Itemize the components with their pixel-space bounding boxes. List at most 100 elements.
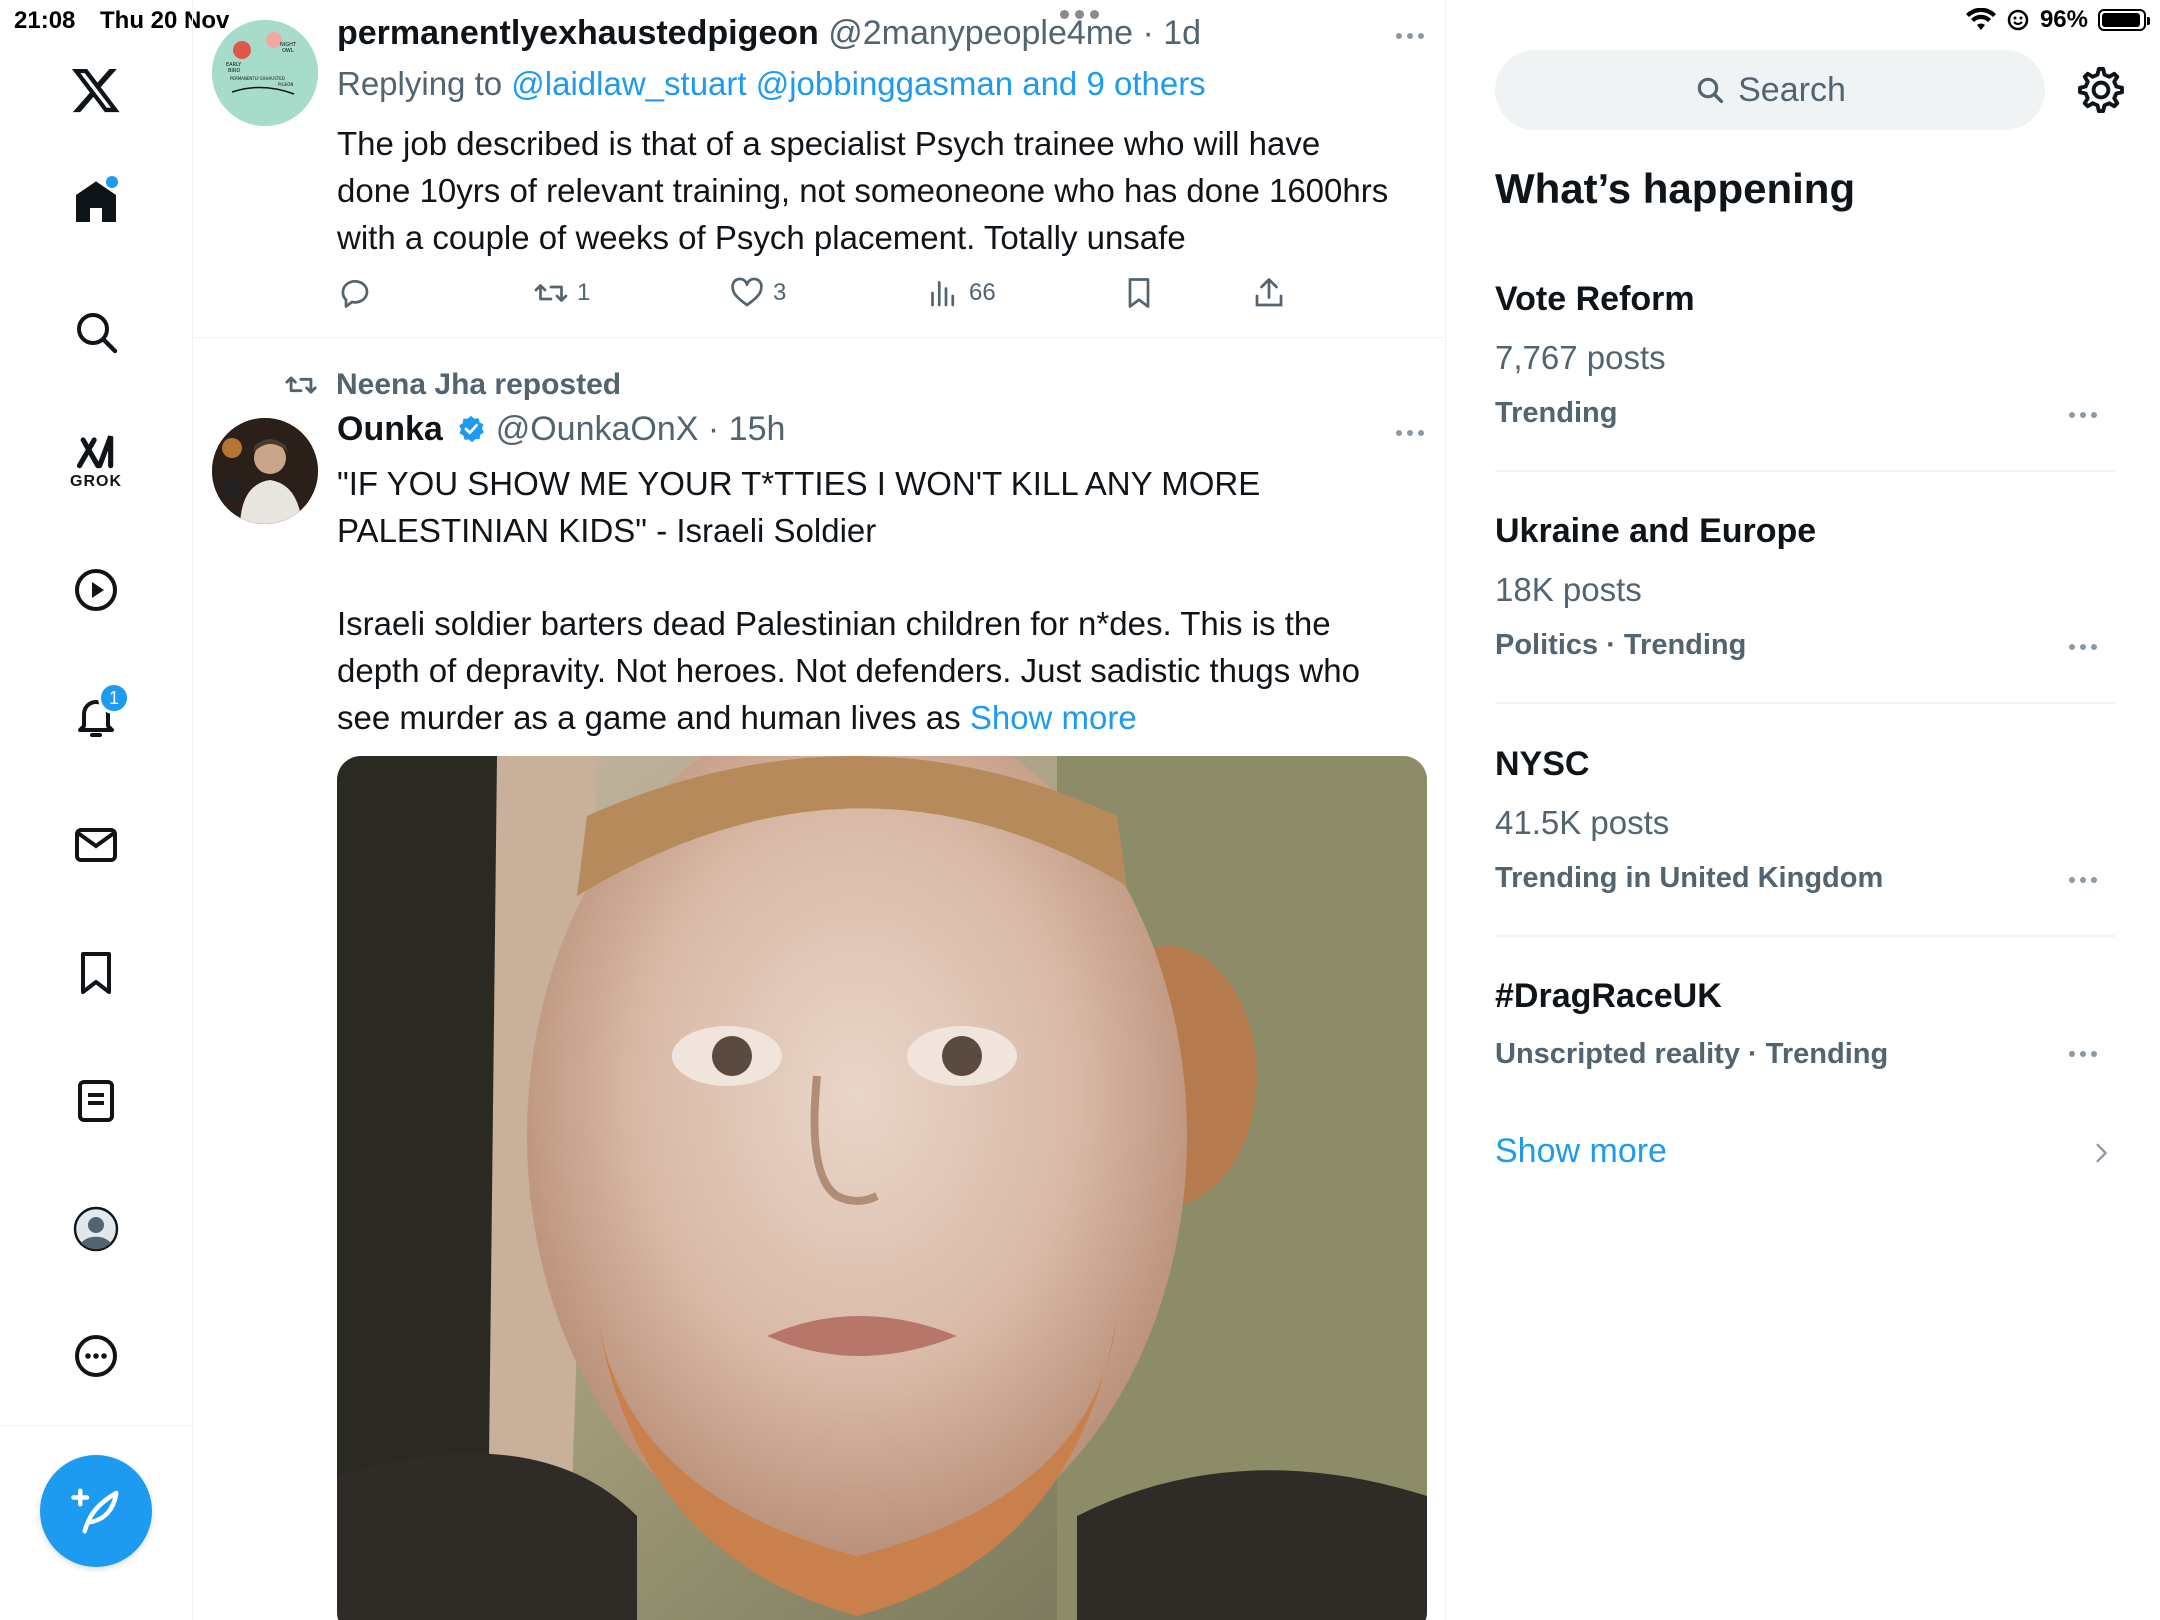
- tweet[interactable]: NIGHT OWL EARLY BIRD PERMANENTLY EXHAUST…: [194, 0, 1445, 338]
- trend-title: Ukraine and Europe: [1495, 512, 1817, 550]
- views-icon: [931, 281, 955, 307]
- home-icon[interactable]: [66, 172, 126, 232]
- video-icon[interactable]: [66, 560, 126, 620]
- avatar-text-exhausted: PERMANENTLY EXHAUSTED: [230, 76, 285, 81]
- verified-badge-icon: [459, 415, 485, 443]
- search-icon[interactable]: [66, 302, 126, 362]
- retweet-icon: [534, 284, 568, 302]
- show-more-link[interactable]: Show more: [970, 699, 1137, 736]
- trend-divider: [1495, 702, 2115, 704]
- media-image: [337, 756, 1427, 1620]
- handle[interactable]: @OunkaOnX: [496, 410, 699, 448]
- avatar-text-owl: OWL: [282, 48, 294, 54]
- left-nav: GROK 1: [0, 0, 193, 1620]
- reply-icon: [341, 280, 369, 308]
- notifications-badge: 1: [98, 682, 130, 714]
- tweet-header: permanentlyexhaustedpigeon @2manypeople4…: [337, 14, 1201, 53]
- trend-meta: Unscripted reality · Trending: [1495, 1038, 1889, 1070]
- bookmark-icon: [1128, 278, 1150, 308]
- trend-posts: 7,767 posts: [1495, 339, 1666, 376]
- search-placeholder: Search: [1738, 70, 1846, 109]
- timeline: NIGHT OWL EARLY BIRD PERMANENTLY EXHAUST…: [194, 0, 1446, 1620]
- section-title: What’s happening: [1495, 165, 1856, 212]
- trend-item[interactable]: NYSC 41.5K posts Trending in United King…: [1495, 745, 2115, 895]
- trend-divider: [1495, 470, 2115, 472]
- bell-icon[interactable]: 1: [66, 682, 130, 748]
- trend-more-icon[interactable]: [2069, 1051, 2097, 1057]
- tweet-text-line: PALESTINIAN KIDS" - Israeli Soldier: [337, 512, 877, 549]
- timestamp[interactable]: · 15h: [708, 410, 786, 448]
- tweet-more-icon[interactable]: [1396, 33, 1424, 39]
- trend-item[interactable]: #DragRaceUK Unscripted reality · Trendin…: [1495, 977, 2115, 1071]
- search-input[interactable]: Search: [1495, 50, 2045, 130]
- share-icon: [1255, 278, 1283, 307]
- nav-divider: [0, 1425, 193, 1426]
- tweet-text-tail: see murder as a game and human lives as: [337, 699, 961, 736]
- tweet-text-line: done 10yrs of relevant training, not som…: [337, 172, 1389, 209]
- tweet-text-line: see murder as a game and human lives as …: [337, 694, 1427, 741]
- trend-posts: 18K posts: [1495, 571, 1642, 608]
- tweet-text: "IF YOU SHOW ME YOUR T*TTIES I WON'T KIL…: [337, 460, 1427, 741]
- trend-meta: Politics · Trending: [1495, 629, 1747, 661]
- avatar[interactable]: NIGHT OWL EARLY BIRD PERMANENTLY EXHAUST…: [212, 20, 318, 126]
- gear-icon[interactable]: [2075, 64, 2127, 116]
- heart-icon: [731, 277, 763, 307]
- avatar-text-bird: BIRD: [228, 68, 240, 74]
- repost-context: Neena Jha reposted: [284, 368, 621, 402]
- views-count: 66: [969, 279, 996, 306]
- trend-title: NYSC: [1495, 745, 1590, 783]
- grok-icon[interactable]: GROK: [66, 420, 126, 500]
- trend-more-icon[interactable]: [2069, 412, 2097, 418]
- display-name[interactable]: Ounka: [337, 410, 443, 448]
- lists-icon[interactable]: [66, 1071, 126, 1131]
- display-name[interactable]: permanentlyexhaustedpigeon: [337, 14, 819, 52]
- home-unread-dot: [106, 176, 118, 188]
- avatar-text-pigeon: PIGEON: [278, 82, 293, 87]
- trend-item[interactable]: Ukraine and Europe 18K posts Politics · …: [1495, 512, 2115, 662]
- trend-item[interactable]: Vote Reform 7,767 posts Trending: [1495, 280, 2115, 430]
- tweet-text-line: with a couple of weeks of Psych placemen…: [337, 219, 1186, 256]
- avatar[interactable]: [212, 418, 318, 524]
- like-button[interactable]: 3: [729, 275, 786, 311]
- reply-button[interactable]: [337, 275, 373, 311]
- share-button[interactable]: [1251, 275, 1287, 311]
- like-count: 3: [773, 279, 787, 306]
- trend-posts: 41.5K posts: [1495, 804, 1670, 841]
- trend-meta: Trending: [1495, 397, 1618, 429]
- tweet-text-line: Israeli soldier barters dead Palestinian…: [337, 605, 1331, 642]
- trend-divider: [1495, 935, 2115, 937]
- timestamp[interactable]: · 1d: [1143, 14, 1202, 52]
- bookmark-button[interactable]: [1121, 275, 1157, 311]
- mail-icon[interactable]: [66, 815, 126, 875]
- tweet-media[interactable]: [337, 756, 1427, 1620]
- views-button[interactable]: 66: [925, 275, 996, 311]
- handle[interactable]: @2manypeople4me: [828, 14, 1133, 52]
- retweet-button[interactable]: 1: [533, 275, 590, 311]
- grok-label: GROK: [70, 473, 122, 490]
- tweet-header: Ounka @OunkaOnX · 15h: [337, 410, 785, 449]
- x-logo-icon[interactable]: [66, 60, 126, 120]
- replying-prefix: Replying to: [337, 65, 503, 102]
- show-more-trends-link[interactable]: Show more: [1495, 1132, 1667, 1171]
- trend-meta: Trending in United Kingdom: [1495, 862, 1884, 894]
- profile-icon[interactable]: [66, 1199, 126, 1259]
- tweet-text-line: depth of depravity. Not heroes. Not defe…: [337, 652, 1360, 689]
- chevron-right-icon[interactable]: [2087, 1138, 2115, 1168]
- tweet[interactable]: Neena Jha reposted Ounka @OunkaOnX · 15h…: [194, 338, 1445, 1620]
- trend-more-icon[interactable]: [2069, 644, 2097, 650]
- compose-button[interactable]: [40, 1455, 152, 1567]
- replying-users-link[interactable]: @laidlaw_stuart @jobbinggasman and 9 oth…: [511, 65, 1205, 102]
- retweet-icon: [285, 376, 317, 394]
- reposted-by[interactable]: Neena Jha reposted: [336, 368, 621, 402]
- more-icon[interactable]: [66, 1326, 126, 1386]
- tweet-more-icon[interactable]: [1396, 430, 1424, 436]
- compose-icon: [71, 1488, 119, 1534]
- tweet-text-line: The job described is that of a specialis…: [337, 125, 1321, 162]
- tweet-text-line: "IF YOU SHOW ME YOUR T*TTIES I WON'T KIL…: [337, 465, 1261, 502]
- search-icon: [1697, 77, 1724, 104]
- trend-title: #DragRaceUK: [1495, 977, 1722, 1015]
- retweet-count: 1: [577, 279, 591, 306]
- trend-more-icon[interactable]: [2069, 877, 2097, 883]
- tweet-text: The job described is that of a specialis…: [337, 120, 1427, 261]
- bookmark-icon[interactable]: [66, 943, 126, 1003]
